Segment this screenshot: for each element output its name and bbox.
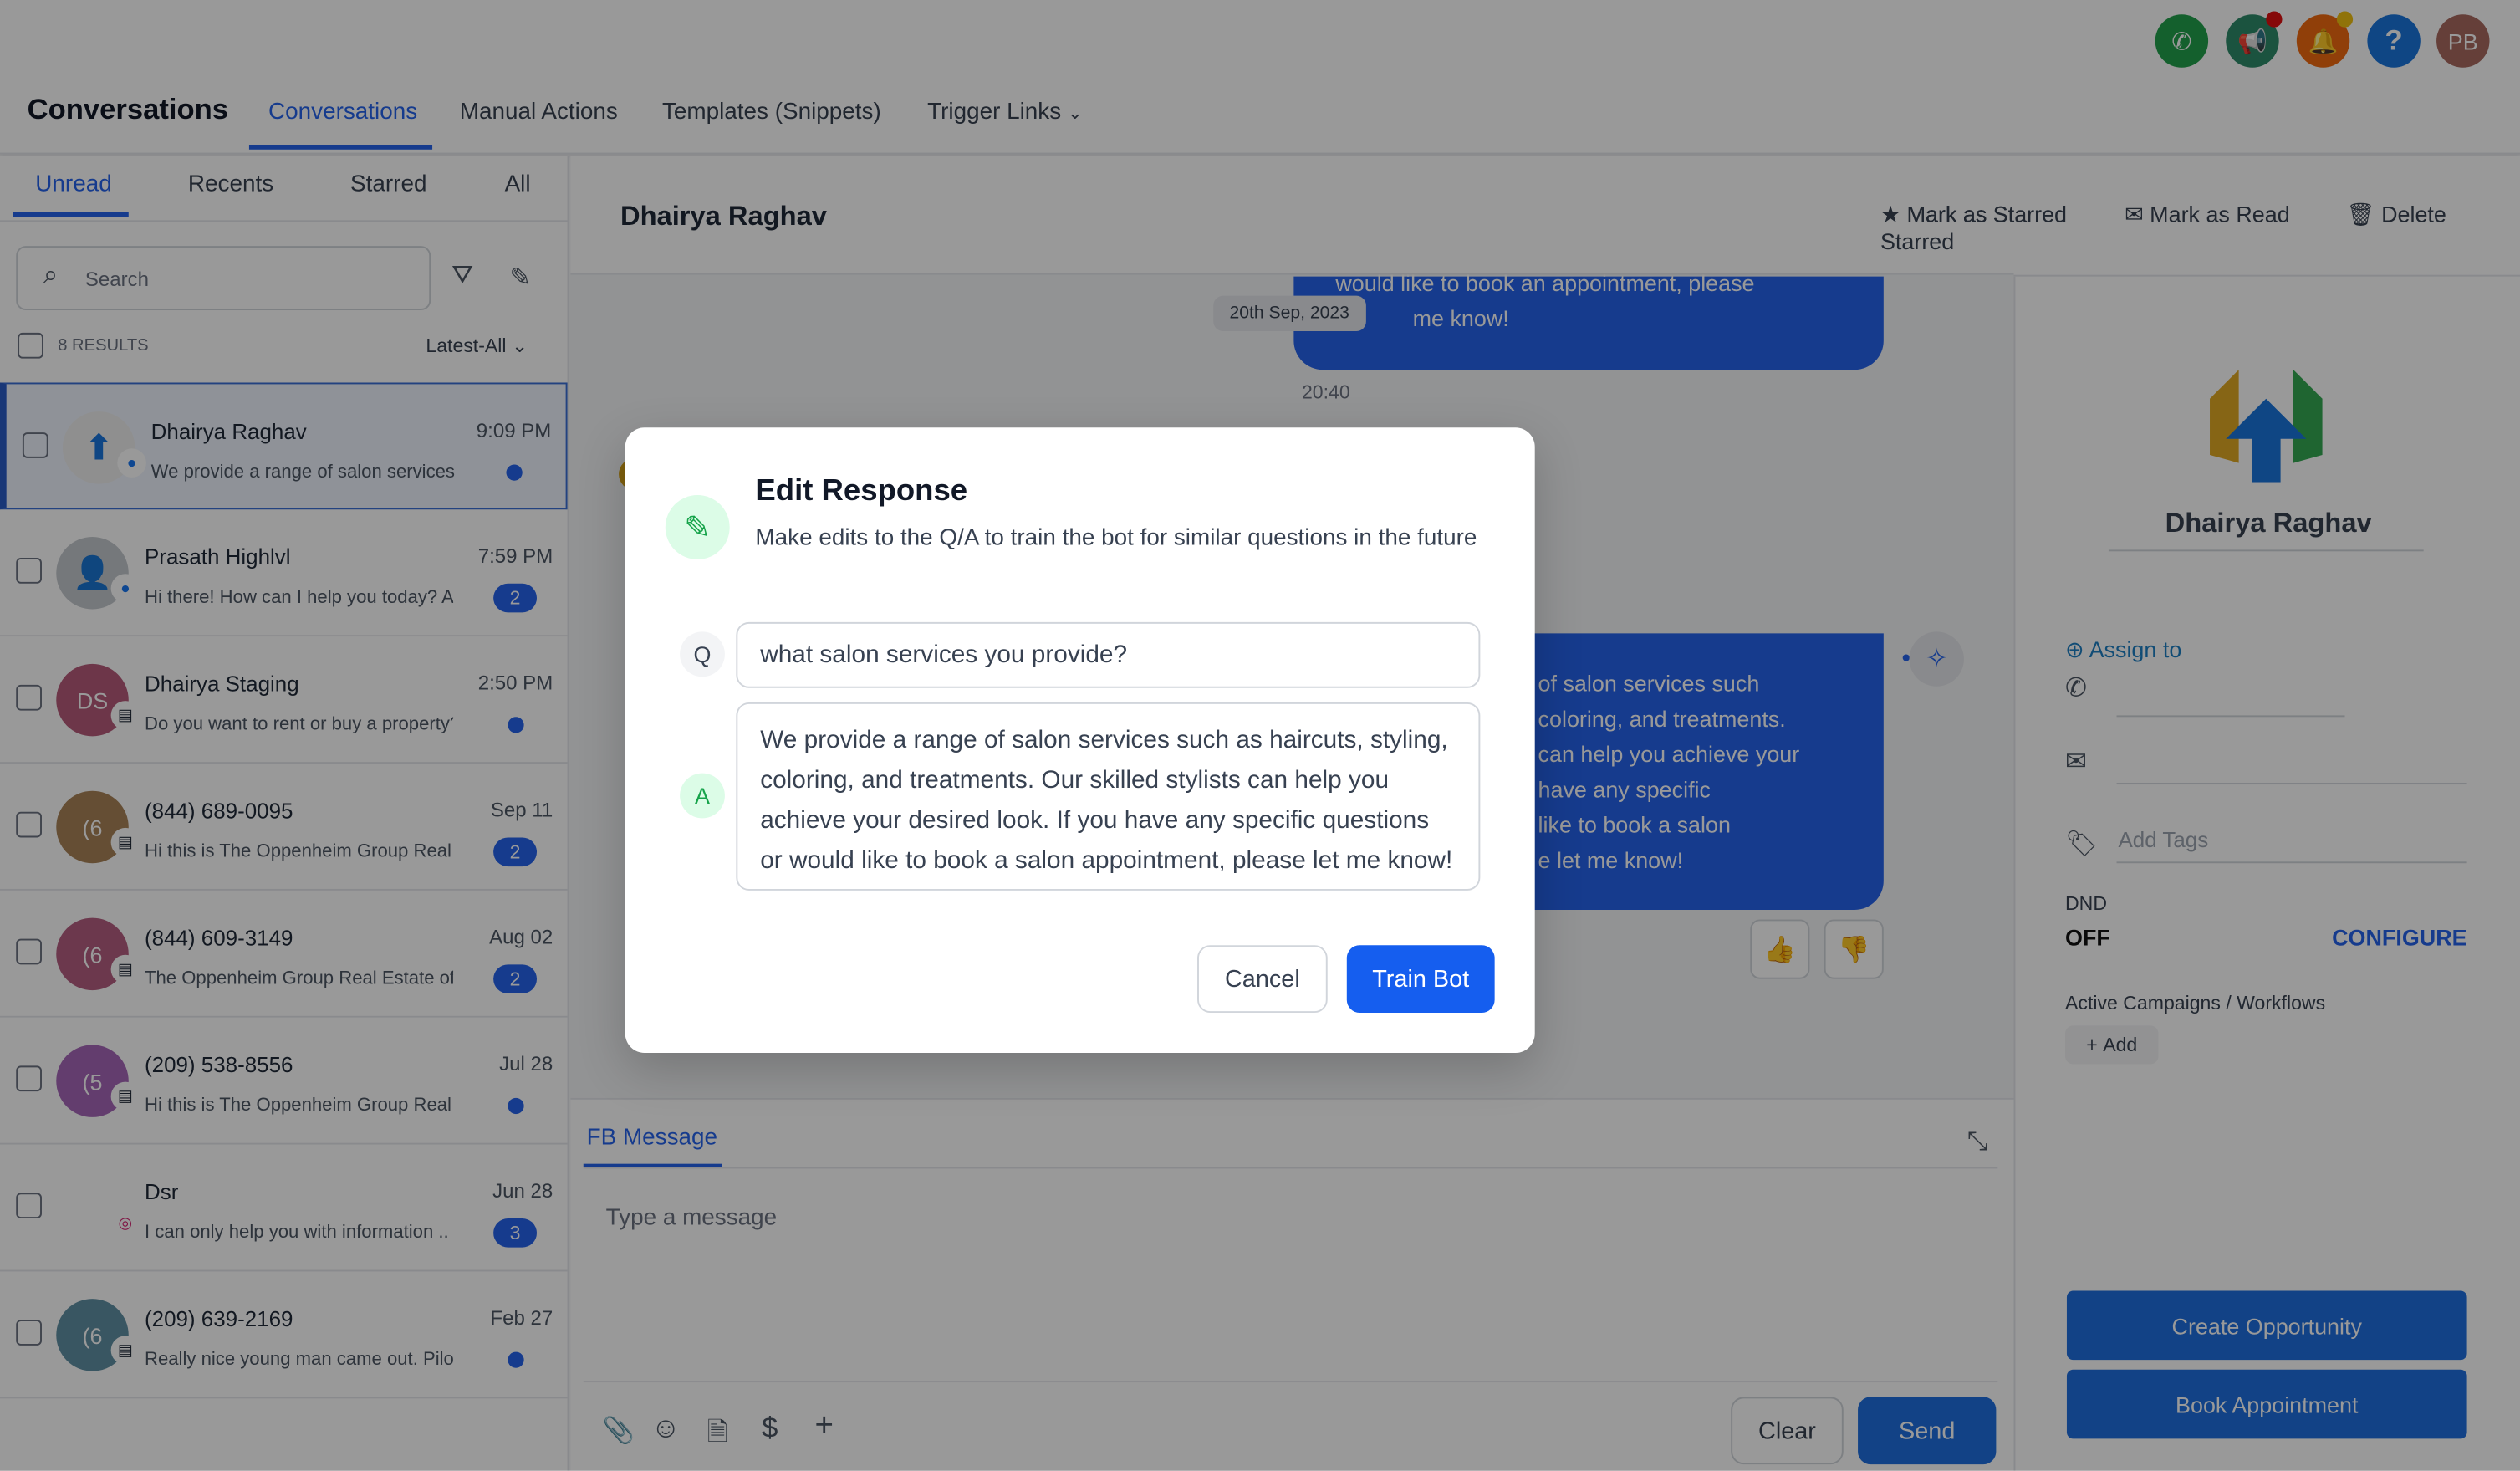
- train-bot-button[interactable]: Train Bot: [1346, 945, 1495, 1013]
- answer-label: A: [680, 773, 725, 819]
- question-value: what salon services you provide?: [760, 641, 1128, 669]
- app-root: ✆ 📢 🔔 ? PB Conversations Conversations M…: [0, 0, 2520, 1471]
- answer-textarea[interactable]: We provide a range of salon services suc…: [736, 702, 1481, 891]
- edit-response-modal: ✎ Edit Response Make edits to the Q/A to…: [625, 427, 1535, 1054]
- modal-subtitle: Make edits to the Q/A to train the bot f…: [755, 525, 1477, 552]
- modal-title: Edit Response: [755, 474, 968, 508]
- question-label: Q: [680, 631, 725, 677]
- answer-value: We provide a range of salon services suc…: [760, 726, 1453, 875]
- cancel-button[interactable]: Cancel: [1197, 945, 1328, 1013]
- question-input[interactable]: what salon services you provide?: [736, 621, 1481, 688]
- pencil-icon: ✎: [665, 495, 730, 559]
